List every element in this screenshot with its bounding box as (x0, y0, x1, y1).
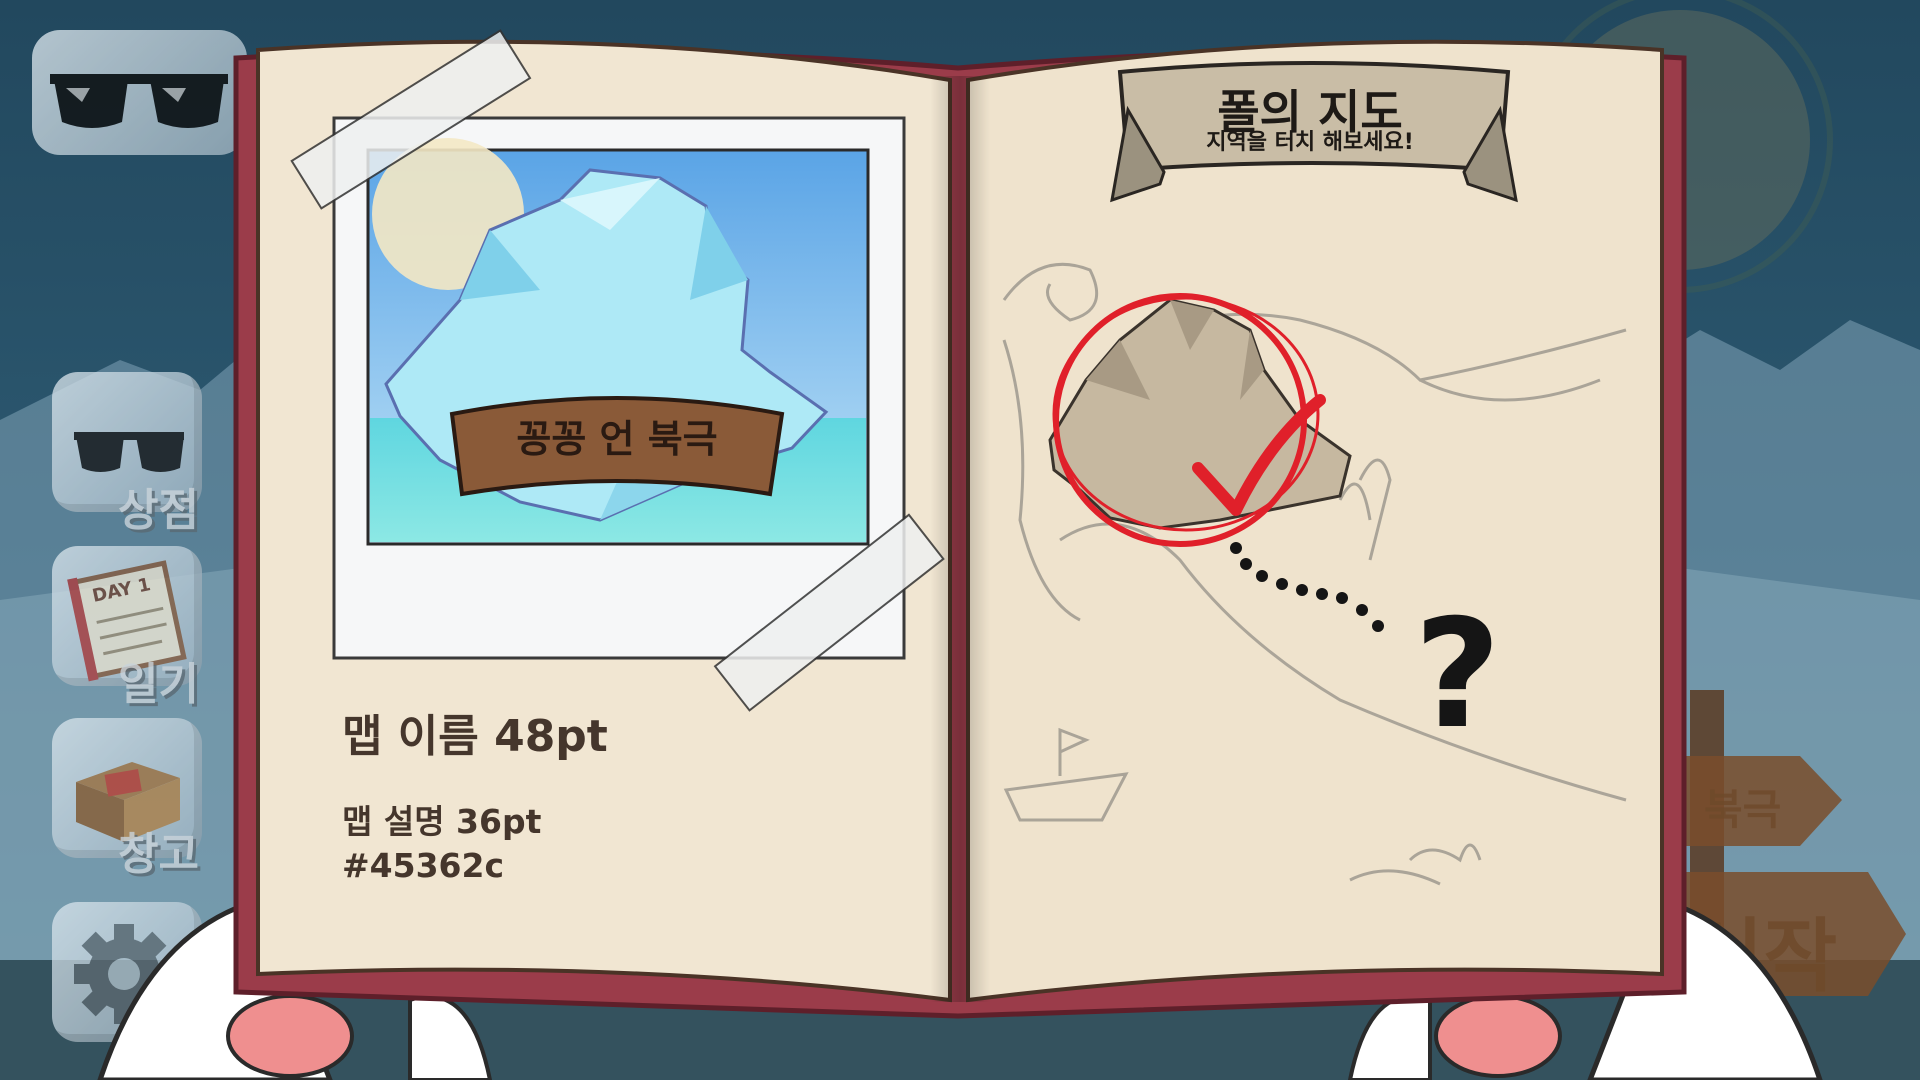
map-subtitle: 지역을 터치 해보세요! (1206, 130, 1414, 155)
map-name: 맵 이름 48pt (342, 711, 608, 762)
map-description: 맵 설명 36pt #45362c (342, 800, 541, 888)
right-page (966, 39, 1664, 1003)
map-description-line-1: 맵 설명 36pt (342, 802, 542, 841)
map-banner-label: 꽁꽁 언 북극 (516, 417, 718, 461)
map-description-line-2: #45362c (342, 846, 505, 885)
unknown-region-marker[interactable]: ? (1414, 600, 1501, 750)
map-book (233, 29, 1687, 1019)
